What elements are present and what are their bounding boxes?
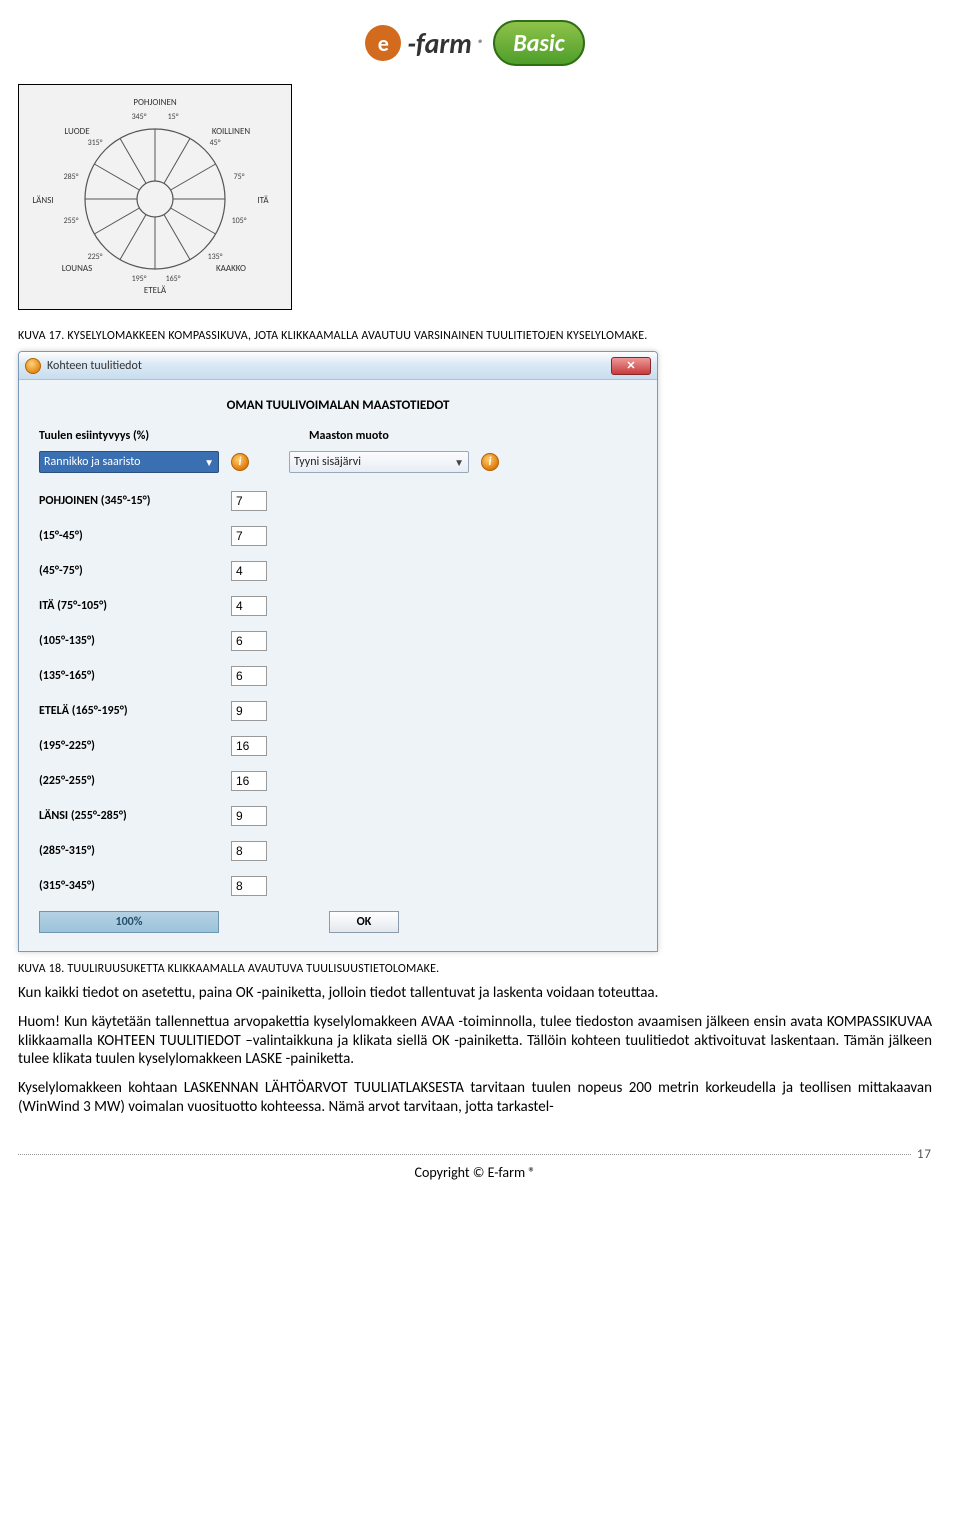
direction-row: (15°-45°) [39, 526, 637, 546]
body-para-2: Huom! Kun käytetään tallennettua arvopak… [18, 1013, 932, 1069]
direction-row: (45°-75°) [39, 561, 637, 581]
direction-input[interactable] [231, 491, 267, 511]
info-icon[interactable]: i [231, 453, 249, 471]
direction-label: (225°-255°) [39, 774, 219, 788]
direction-row: (225°-255°) [39, 771, 637, 791]
direction-input[interactable] [231, 771, 267, 791]
svg-text:135°: 135° [208, 252, 223, 262]
direction-input[interactable] [231, 526, 267, 546]
copyright: Copyright © E-farm ® [18, 1164, 932, 1181]
compass-label-sw: LOUNAS [62, 263, 92, 274]
body-para-1: Kun kaikki tiedot on asetettu, paina OK … [18, 984, 932, 1003]
direction-label: (285°-315°) [39, 844, 219, 858]
caption-kuva18: KUVA 18. TUULIRUUSUKETTA KLIKKAAMALLA AV… [18, 962, 932, 976]
svg-text:45°: 45° [210, 138, 221, 148]
svg-text:315°: 315° [88, 138, 103, 148]
direction-label: ETELÄ (165°-195°) [39, 704, 219, 718]
dialog-section-title: OMAN TUULIVOIMALAN MAASTOTIEDOT [39, 398, 637, 413]
terrain-select-value: Tyyni sisäjärvi [294, 455, 361, 469]
direction-input[interactable] [231, 631, 267, 651]
col-label-frequency: Tuulen esiintyvyys (%) [39, 429, 273, 443]
direction-label: POHJOINEN (345°-15°) [39, 494, 219, 508]
registered-mark: ® [478, 37, 484, 50]
compass-label-w: LÄNSI [32, 195, 53, 206]
dialog-titlebar: Kohteen tuulitiedot ✕ [19, 352, 657, 380]
direction-input[interactable] [231, 841, 267, 861]
col-label-terrain: Maaston muoto [309, 429, 389, 443]
wind-data-dialog: Kohteen tuulitiedot ✕ OMAN TUULIVOIMALAN… [18, 351, 658, 952]
compass-label-e: ITÄ [257, 195, 269, 206]
basic-badge: Basic [493, 20, 584, 66]
direction-input[interactable] [231, 666, 267, 686]
direction-label: (315°-345°) [39, 879, 219, 893]
direction-label: ITÄ (75°-105°) [39, 599, 219, 613]
efarm-logo: e -farm ® [365, 20, 483, 66]
direction-input[interactable] [231, 876, 267, 896]
efarm-text: -farm [407, 26, 471, 61]
body-para-3: Kyselylomakkeen kohtaan LASKENNAN LÄHTÖA… [18, 1079, 932, 1117]
compass-figure: POHJOINEN KOILLINEN ITÄ KAAKKO ETELÄ LOU… [18, 84, 292, 310]
direction-input[interactable] [231, 596, 267, 616]
compass-label-nw: LUODE [64, 126, 90, 137]
svg-text:15°: 15° [168, 112, 179, 122]
chevron-down-icon: ▼ [204, 456, 214, 469]
svg-text:285°: 285° [64, 172, 79, 182]
svg-text:75°: 75° [234, 172, 245, 182]
direction-label: LÄNSI (255°-285°) [39, 809, 219, 823]
sum-bar: 100% [39, 911, 219, 933]
page-number: 17 [917, 1147, 932, 1162]
direction-row: ETELÄ (165°-195°) [39, 701, 637, 721]
efarm-e-icon: e [365, 25, 401, 61]
dialog-title: Kohteen tuulitiedot [47, 359, 611, 373]
direction-label: (15°-45°) [39, 529, 219, 543]
direction-row: (315°-345°) [39, 876, 637, 896]
compass-label-ne: KOILLINEN [212, 126, 251, 137]
ok-button[interactable]: OK [329, 911, 399, 933]
direction-input[interactable] [231, 736, 267, 756]
svg-text:225°: 225° [88, 252, 103, 262]
header-logos: e -farm ® Basic [18, 20, 932, 66]
chevron-down-icon: ▼ [454, 456, 464, 469]
direction-row: (195°-225°) [39, 736, 637, 756]
compass-label-s: ETELÄ [144, 285, 167, 296]
direction-input[interactable] [231, 561, 267, 581]
compass-label-n: POHJOINEN [133, 97, 177, 108]
direction-row: LÄNSI (255°-285°) [39, 806, 637, 826]
direction-row: (285°-315°) [39, 841, 637, 861]
compass-label-se: KAAKKO [216, 263, 246, 274]
svg-text:345°: 345° [132, 112, 147, 122]
direction-row: POHJOINEN (345°-15°) [39, 491, 637, 511]
direction-row: (105°-135°) [39, 631, 637, 651]
direction-input[interactable] [231, 701, 267, 721]
direction-label: (135°-165°) [39, 669, 219, 683]
svg-text:255°: 255° [64, 216, 79, 226]
terrain-select[interactable]: Tyyni sisäjärvi ▼ [289, 451, 469, 473]
close-button[interactable]: ✕ [611, 357, 651, 375]
direction-label: (195°-225°) [39, 739, 219, 753]
info-icon[interactable]: i [481, 453, 499, 471]
caption-kuva17: KUVA 17. KYSELYLOMAKKEEN KOMPASSIKUVA, J… [18, 329, 932, 343]
direction-label: (105°-135°) [39, 634, 219, 648]
frequency-select[interactable]: Rannikko ja saaristo ▼ [39, 451, 219, 473]
frequency-select-value: Rannikko ja saaristo [44, 455, 140, 469]
direction-row: ITÄ (75°-105°) [39, 596, 637, 616]
direction-input[interactable] [231, 806, 267, 826]
svg-text:105°: 105° [232, 216, 247, 226]
app-icon [25, 358, 41, 374]
svg-text:195°: 195° [132, 274, 147, 284]
direction-label: (45°-75°) [39, 564, 219, 578]
svg-text:165°: 165° [166, 274, 181, 284]
direction-row: (135°-165°) [39, 666, 637, 686]
